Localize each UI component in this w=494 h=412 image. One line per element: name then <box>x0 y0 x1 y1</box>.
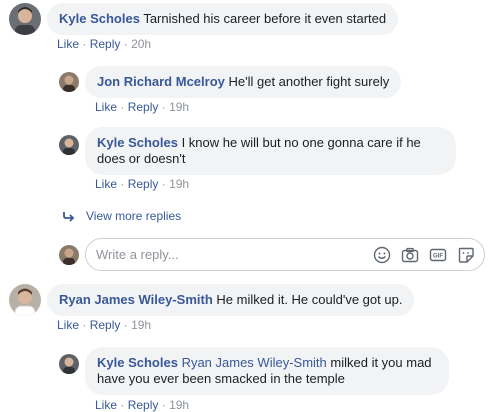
view-more-label[interactable]: View more replies <box>86 209 181 223</box>
reply-button[interactable]: Reply <box>90 318 121 332</box>
reply-line: Kyle Scholes Ryan James Wiley-Smith milk… <box>97 355 437 371</box>
like-button[interactable]: Like <box>95 100 117 114</box>
like-button[interactable]: Like <box>57 318 79 332</box>
reply-input[interactable]: Write a reply... GIF <box>85 238 485 271</box>
separator: · <box>123 318 132 332</box>
separator: · <box>120 100 128 114</box>
camera-icon[interactable] <box>401 246 419 264</box>
reply-button[interactable]: Reply <box>128 177 159 191</box>
separator: · <box>82 318 90 332</box>
comment-bubble: Kyle Scholes Tarnished his career before… <box>47 3 399 35</box>
reply-timestamp[interactable]: 19h <box>169 398 189 412</box>
sticker-icon[interactable] <box>457 246 475 264</box>
reply-timestamp[interactable]: 19h <box>169 177 189 191</box>
reply-button[interactable]: Reply <box>128 100 159 114</box>
separator: · <box>82 37 90 51</box>
reply-text-line2: have you ever been smacked in the temple <box>97 371 345 386</box>
emoji-icon[interactable] <box>373 246 391 264</box>
separator: · <box>161 177 170 191</box>
reply-text: He'll get another fight surely <box>228 74 390 89</box>
like-button[interactable]: Like <box>95 177 117 191</box>
reply-text-line2: does or doesn't <box>97 151 186 166</box>
reply-timestamp[interactable]: 19h <box>169 100 189 114</box>
avatar[interactable] <box>9 3 41 35</box>
reply-author[interactable]: Jon Richard Mcelroy <box>97 74 225 89</box>
comment-actions: Like · Reply · 19h <box>57 318 151 332</box>
reply-bubble: Jon Richard Mcelroy He'll get another fi… <box>85 66 402 98</box>
avatar[interactable] <box>9 284 41 316</box>
comment-timestamp[interactable]: 19h <box>131 318 151 332</box>
reply-text: milked it you mad <box>330 355 432 370</box>
reply-input-placeholder: Write a reply... <box>96 247 179 262</box>
comment-text: He milked it. He could've got up. <box>216 292 403 307</box>
reply-text: I know he will but no one gonna care if … <box>181 135 421 150</box>
avatar <box>59 245 79 265</box>
comment-timestamp[interactable]: 20h <box>131 37 151 51</box>
gif-icon[interactable]: GIF <box>429 246 447 264</box>
comment-bubble: Ryan James Wiley-Smith He milked it. He … <box>47 284 415 316</box>
avatar[interactable] <box>59 72 79 92</box>
view-more-replies[interactable]: View more replies <box>62 209 181 223</box>
reply-button[interactable]: Reply <box>90 37 121 51</box>
separator: · <box>123 37 132 51</box>
reply-actions: Like · Reply · 19h <box>95 100 189 114</box>
like-button[interactable]: Like <box>95 398 117 412</box>
comment-actions: Like · Reply · 20h <box>57 37 151 51</box>
like-button[interactable]: Like <box>57 37 79 51</box>
separator: · <box>161 398 170 412</box>
reply-line: Kyle Scholes I know he will but no one g… <box>97 135 444 151</box>
comment-text: Tarnished his career before it even star… <box>143 11 387 26</box>
separator: · <box>120 398 128 412</box>
avatar[interactable] <box>59 354 79 374</box>
comment-author[interactable]: Kyle Scholes <box>59 11 140 26</box>
reply-author[interactable]: Kyle Scholes <box>97 355 178 370</box>
separator: · <box>161 100 170 114</box>
reply-actions: Like · Reply · 19h <box>95 177 189 191</box>
reply-bubble: Kyle Scholes Ryan James Wiley-Smith milk… <box>85 347 449 395</box>
reply-arrow-icon <box>63 212 75 222</box>
avatar[interactable] <box>59 135 79 155</box>
reply-actions: Like · Reply · 19h <box>95 398 189 412</box>
svg-text:GIF: GIF <box>433 254 443 260</box>
reply-bubble: Kyle Scholes I know he will but no one g… <box>85 127 456 175</box>
mention-link[interactable]: Ryan James Wiley-Smith <box>182 355 327 370</box>
reply-author[interactable]: Kyle Scholes <box>97 135 178 150</box>
separator: · <box>120 177 128 191</box>
reply-button[interactable]: Reply <box>128 398 159 412</box>
comment-author[interactable]: Ryan James Wiley-Smith <box>59 292 213 307</box>
